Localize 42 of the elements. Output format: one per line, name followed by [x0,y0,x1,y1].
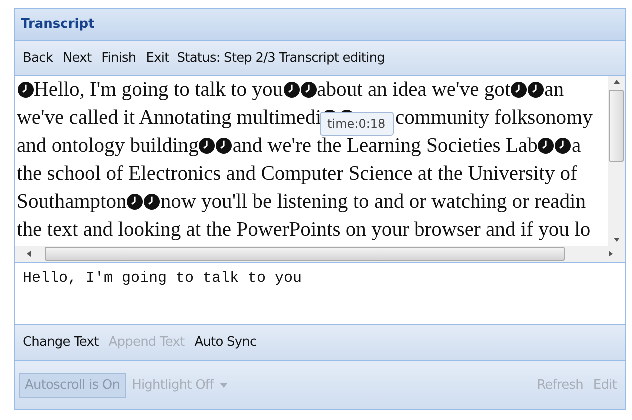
transcript-text: Southampton [17,190,127,215]
toolbar-button[interactable]: Next [58,48,96,68]
transcript-text: and we're the Learning Societies Lab [232,134,538,159]
clock-icon[interactable] [144,194,160,210]
scroll-thumb[interactable] [609,90,624,162]
transcript-text: a [572,134,582,159]
panel-title: Transcript [15,9,625,41]
up-arrow-icon[interactable] [612,78,620,86]
text-action-button[interactable]: Auto Sync [190,332,261,353]
clock-icon[interactable] [199,138,216,154]
clock-icon[interactable] [511,82,528,98]
clock-icon[interactable] [538,138,554,154]
transcript-text: an [544,78,564,103]
transcript-text: now you'll be listening to and or watching or readin [160,190,586,215]
clock-icon[interactable] [284,82,300,98]
transcript-text: we've called it Annotating multimedi [17,106,322,131]
transcript-text: about an idea we've got [317,78,511,103]
down-arrow-icon[interactable] [612,236,620,244]
clock-icon[interactable] [555,138,572,154]
time-tooltip: time:0:18 [320,112,394,136]
clock-icon[interactable] [127,194,144,210]
toolbar-button[interactable]: Exit [142,48,174,68]
vertical-scrollbar[interactable] [608,76,625,246]
status-text: Status: Step 2/3 Transcript editing [176,50,386,66]
transcript-editor[interactable]: Hello, I'm going to talk to you [15,263,625,325]
transcript-text: the school of Electronics and Computer Science at the University of [17,162,578,187]
clock-icon[interactable] [18,82,34,98]
left-arrow-icon[interactable] [25,250,33,258]
transcript-text: the text and looking at the PowerPoints on your browser and if you lo [17,218,591,243]
clock-icon[interactable] [528,82,544,98]
toolbar-button[interactable]: Finish [98,48,140,68]
transcript-text: Hello, I'm going to talk to you [34,78,284,103]
toolbar-button[interactable]: Back [19,48,57,68]
transcript-text: community folksonomy [396,106,593,131]
caret-icon [220,382,228,388]
right-arrow-icon[interactable] [607,250,615,258]
clock-icon[interactable] [300,82,317,98]
transcript-text: and ontology building [17,134,199,159]
scroll-thumb[interactable] [45,247,565,261]
horizontal-scrollbar[interactable] [15,246,625,262]
text-action-button[interactable]: Change Text [19,332,103,353]
clock-icon[interactable] [216,138,232,154]
